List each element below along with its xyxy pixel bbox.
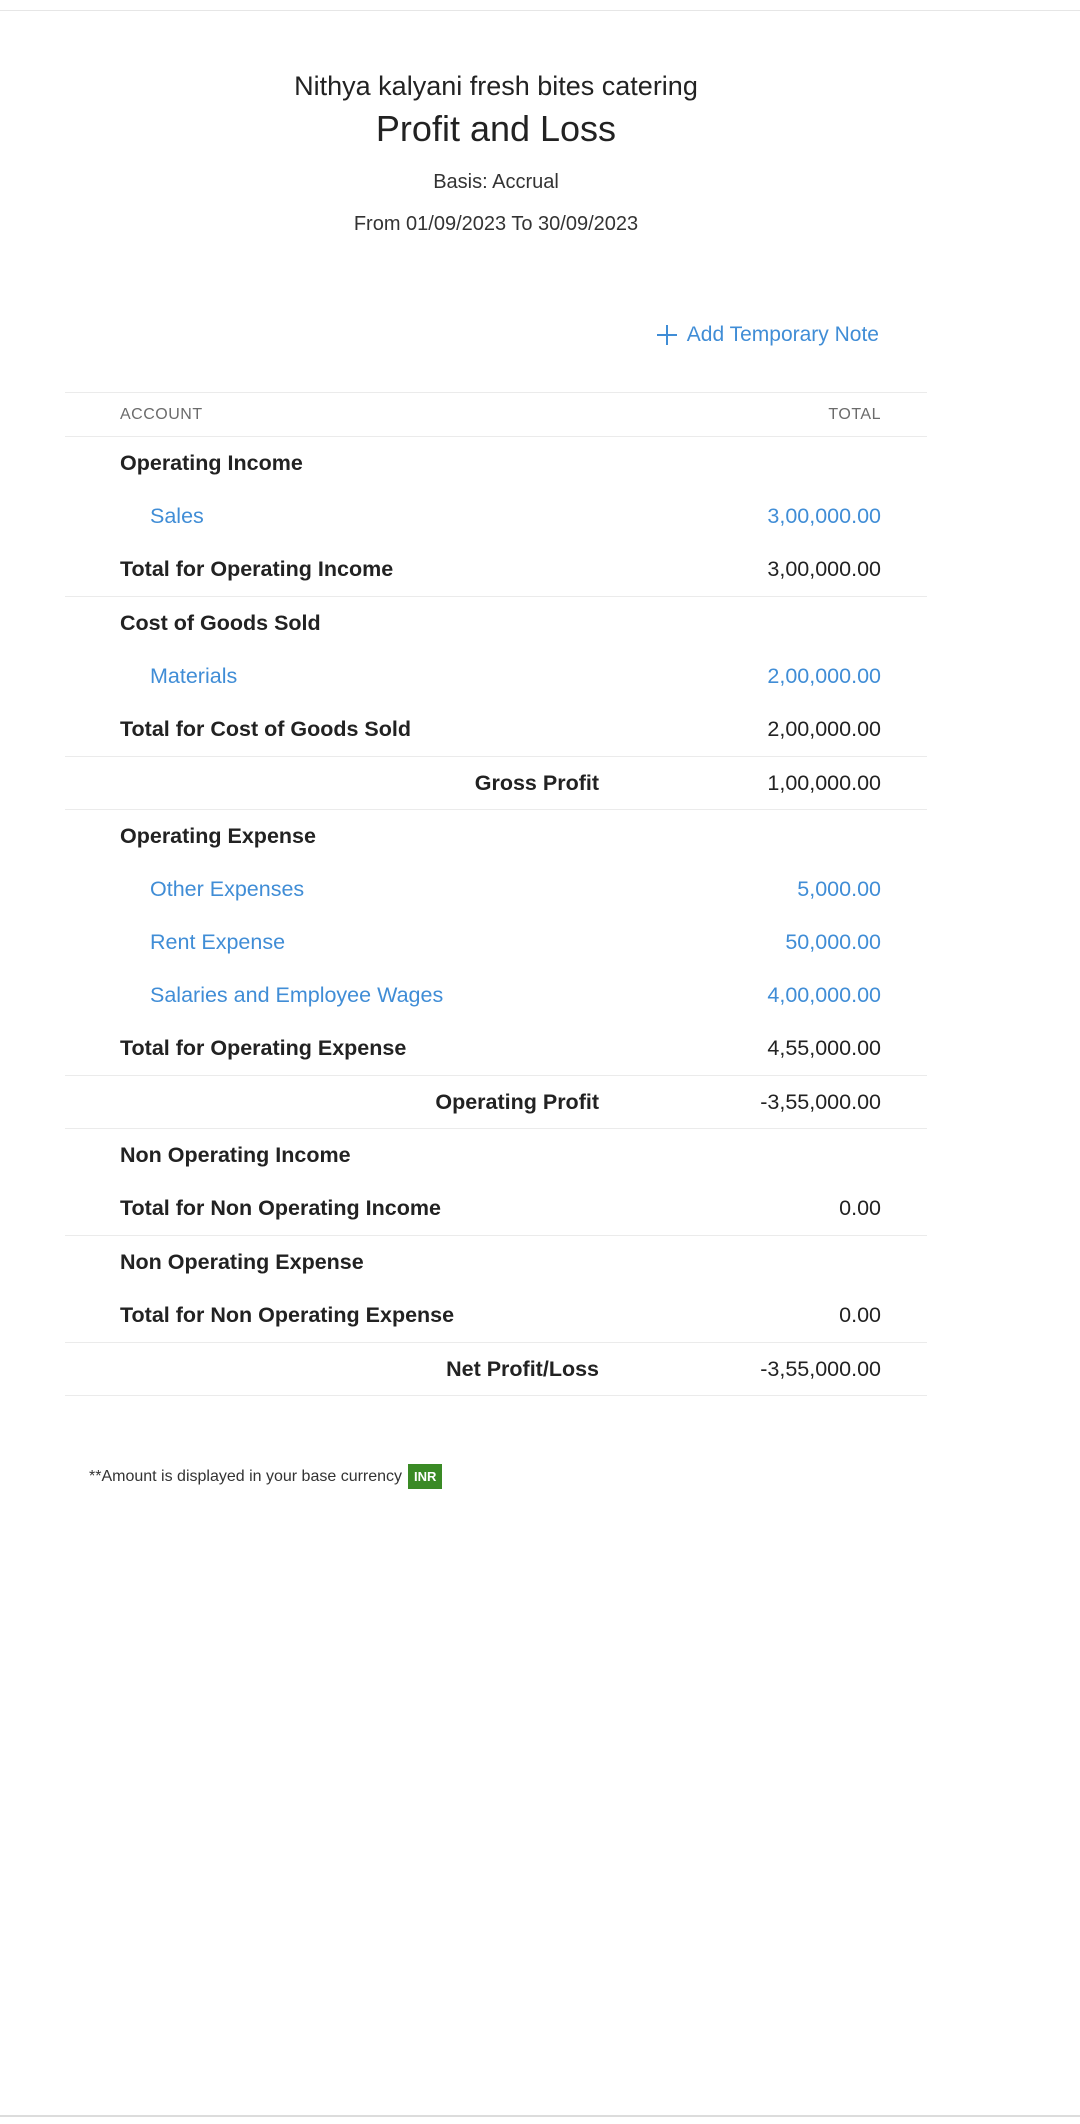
group-heading-cost-of-goods-sold: Cost of Goods Sold [65,597,927,650]
total-label: Total for Operating Income [120,557,394,581]
summary-amount: -3,55,000.00 [760,1356,881,1381]
account-amount-salaries[interactable]: 4,00,000.00 [767,983,881,1008]
total-label: Total for Non Operating Income [120,1196,441,1220]
organization-name: Nithya kalyani fresh bites catering [294,71,698,101]
account-row-salaries[interactable]: Salaries and Employee Wages 4,00,000.00 [65,969,927,1022]
total-row-cost-of-goods-sold: Total for Cost of Goods Sold 2,00,000.00 [65,703,927,757]
account-row-other-expenses[interactable]: Other Expenses 5,000.00 [65,863,927,916]
report-header: Nithya kalyani fresh bites catering Prof… [0,66,992,238]
currency-footnote: **Amount is displayed in your base curre… [89,1464,443,1489]
summary-label: Operating Profit [435,1089,599,1114]
summary-row-gross-profit: Gross Profit 1,00,000.00 [65,757,927,810]
group-heading-operating-expense: Operating Expense [65,810,927,863]
add-temporary-note-label: Add Temporary Note [686,323,879,346]
total-row-non-operating-expense: Total for Non Operating Expense 0.00 [65,1289,927,1343]
column-header-total: TOTAL [828,405,881,423]
account-amount-other-expenses[interactable]: 5,000.00 [797,877,881,902]
total-amount: 2,00,000.00 [767,717,881,741]
total-amount: 3,00,000.00 [767,557,881,581]
total-amount: 0.00 [839,1303,881,1327]
total-row-operating-income: Total for Operating Income 3,00,000.00 [65,543,927,597]
total-row-operating-expense: Total for Operating Expense 4,55,000.00 [65,1022,927,1076]
column-header-account: ACCOUNT [120,405,203,423]
profit-loss-table: ACCOUNT TOTAL Operating Income Sales 3,0… [65,392,927,1396]
account-row-materials[interactable]: Materials 2,00,000.00 [65,650,927,703]
plus-icon [656,325,677,345]
summary-label: Net Profit/Loss [446,1356,599,1381]
group-label: Operating Expense [120,824,316,848]
group-label: Non Operating Expense [120,1250,364,1274]
report-title: Profit and Loss [375,108,617,149]
account-link-other-expenses[interactable]: Other Expenses [120,877,304,902]
summary-row-net-profit-loss: Net Profit/Loss -3,55,000.00 [65,1343,927,1396]
account-row-rent-expense[interactable]: Rent Expense 50,000.00 [65,916,927,969]
account-link-sales[interactable]: Sales [120,504,204,529]
total-amount: 0.00 [839,1196,881,1220]
account-link-rent-expense[interactable]: Rent Expense [120,930,285,955]
top-divider [0,10,1080,11]
account-link-materials[interactable]: Materials [120,664,237,689]
report-period: From 01/09/2023 To 30/09/2023 [353,213,639,235]
total-row-non-operating-income: Total for Non Operating Income 0.00 [65,1182,927,1236]
add-temporary-note-button[interactable]: Add Temporary Note [656,318,879,352]
report-basis: Basis: Accrual [433,171,559,193]
account-amount-sales[interactable]: 3,00,000.00 [767,504,881,529]
account-amount-materials[interactable]: 2,00,000.00 [767,664,881,689]
group-heading-non-operating-income: Non Operating Income [65,1129,927,1182]
total-label: Total for Operating Expense [120,1036,407,1060]
group-label: Cost of Goods Sold [120,611,321,635]
account-amount-rent-expense[interactable]: 50,000.00 [785,930,881,955]
summary-amount: 1,00,000.00 [767,770,881,795]
footnote-text: **Amount is displayed in your base curre… [89,1467,403,1485]
summary-row-operating-profit: Operating Profit -3,55,000.00 [65,1076,927,1129]
table-header: ACCOUNT TOTAL [65,392,927,437]
group-label: Non Operating Income [120,1143,351,1167]
summary-label: Gross Profit [474,770,599,795]
group-label: Operating Income [120,451,303,475]
total-label: Total for Non Operating Expense [120,1303,455,1327]
account-link-salaries[interactable]: Salaries and Employee Wages [120,983,443,1008]
group-heading-non-operating-expense: Non Operating Expense [65,1236,927,1289]
group-heading-operating-income: Operating Income [65,437,927,490]
summary-amount: -3,55,000.00 [760,1089,881,1114]
total-label: Total for Cost of Goods Sold [120,717,412,741]
bottom-divider [0,2115,1080,2117]
account-row-sales[interactable]: Sales 3,00,000.00 [65,490,927,543]
currency-badge: INR [408,1464,443,1489]
total-amount: 4,55,000.00 [767,1036,881,1060]
